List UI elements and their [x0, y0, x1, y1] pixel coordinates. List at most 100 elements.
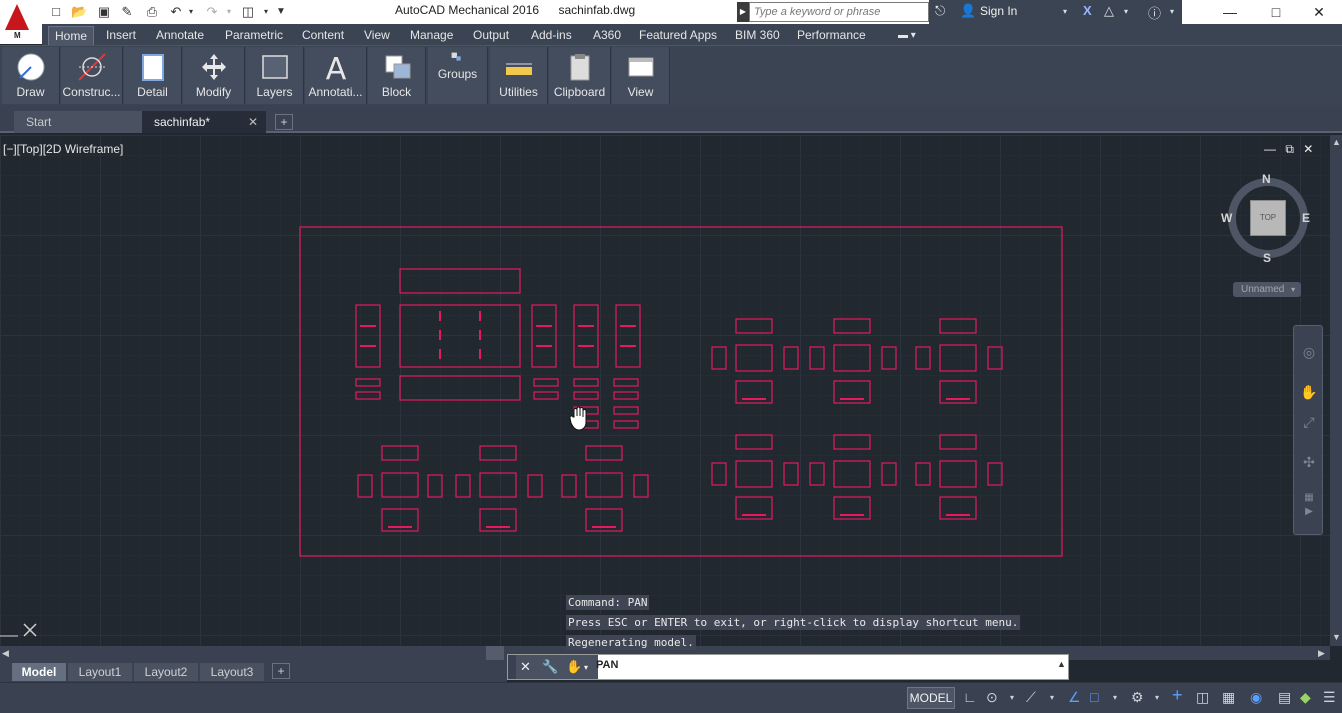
tab-layout2[interactable]: Layout2: [134, 663, 198, 681]
detail-button[interactable]: Detail: [124, 47, 182, 104]
command-line-grip[interactable]: [508, 655, 516, 679]
grid-snap-icon[interactable]: ∟: [963, 689, 977, 705]
save-icon[interactable]: ▣: [96, 4, 112, 20]
search-input[interactable]: Type a keyword or phrase: [749, 2, 929, 22]
application-menu-button[interactable]: M: [0, 0, 42, 44]
construction-button[interactable]: Construc...: [61, 47, 123, 104]
tab-content[interactable]: Content: [296, 26, 350, 45]
viewcube[interactable]: TOP N S E W: [1220, 170, 1316, 266]
tab-output[interactable]: Output: [467, 26, 515, 45]
tab-performance[interactable]: Performance: [791, 26, 872, 45]
user-icon[interactable]: 👤: [960, 3, 976, 19]
a360-dropdown-icon[interactable]: ▾: [1124, 7, 1128, 16]
tab-featured-apps[interactable]: Featured Apps: [633, 26, 723, 45]
command-history-toggle-icon[interactable]: ▲: [1057, 659, 1066, 669]
clipboard-button[interactable]: Clipboard: [549, 47, 611, 104]
view-panel-button[interactable]: View: [612, 47, 670, 104]
block-button[interactable]: Block: [368, 47, 426, 104]
tab-bim-360[interactable]: BIM 360: [729, 26, 786, 45]
close-tab-icon[interactable]: ✕: [248, 111, 258, 133]
layers-button[interactable]: Layers: [246, 47, 304, 104]
steering-wheel-icon[interactable]: ◎: [1300, 344, 1318, 362]
tab-insert[interactable]: Insert: [100, 26, 142, 45]
tab-layout3[interactable]: Layout3: [200, 663, 264, 681]
settings-gear-icon[interactable]: ⚙: [1131, 689, 1144, 706]
a360-icon[interactable]: △: [1104, 3, 1114, 19]
annotation-monitor-icon[interactable]: ▤: [1278, 689, 1291, 706]
compass-north[interactable]: N: [1262, 172, 1271, 186]
ortho-dropdown-icon[interactable]: ▾: [1010, 693, 1014, 702]
sign-in-link[interactable]: Sign In: [980, 4, 1017, 18]
help-dropdown-icon[interactable]: ▾: [1170, 7, 1174, 16]
tab-layout1[interactable]: Layout1: [68, 663, 132, 681]
tab-add-ins[interactable]: Add-ins: [525, 26, 578, 45]
command-input[interactable]: PAN: [596, 659, 618, 671]
search-expand-icon[interactable]: ▶: [737, 2, 749, 22]
compass-east[interactable]: E: [1302, 211, 1310, 225]
workspace-dropdown-icon[interactable]: ▾: [258, 4, 274, 20]
polar-tracking-icon[interactable]: ⟋: [1026, 689, 1036, 706]
customization-menu-icon[interactable]: ☰: [1323, 689, 1336, 706]
scroll-thumb[interactable]: [486, 646, 504, 660]
tab-view[interactable]: View: [358, 26, 396, 45]
close-icon[interactable]: ✕: [1296, 0, 1342, 24]
crosshair-icon[interactable]: +: [1172, 685, 1183, 706]
scroll-up-icon[interactable]: ▲: [1332, 137, 1341, 147]
compass-south[interactable]: S: [1263, 251, 1271, 265]
customize-toolbar-icon[interactable]: ▼: [273, 4, 289, 20]
ribbon-minimize-icon[interactable]: ▬ ▾: [892, 26, 922, 45]
undo-dropdown-icon[interactable]: ▾: [183, 4, 199, 20]
viewport-restore-icon[interactable]: ⧉: [1285, 142, 1294, 156]
snap-dropdown-icon[interactable]: ▾: [1113, 693, 1117, 702]
recent-commands-icon[interactable]: ▾: [584, 663, 588, 672]
redo-icon[interactable]: ↷: [204, 4, 220, 20]
draw-button[interactable]: Draw: [2, 47, 60, 104]
quick-properties-icon[interactable]: ◆: [1300, 689, 1311, 706]
file-tab-sachinfab[interactable]: sachinfab* ✕: [142, 111, 266, 133]
viewcube-top-face[interactable]: TOP: [1250, 200, 1286, 236]
utilities-button[interactable]: Utilities: [490, 47, 548, 104]
polar-dropdown-icon[interactable]: ▾: [1050, 693, 1054, 702]
save-as-icon[interactable]: ✎: [119, 4, 135, 20]
exchange-apps-icon[interactable]: X: [1083, 3, 1092, 18]
vertical-scrollbar[interactable]: ▲ ▼: [1330, 135, 1342, 646]
groups-button[interactable]: Groups: [428, 47, 488, 104]
sign-in-dropdown-icon[interactable]: ▾: [1063, 7, 1067, 16]
add-layout-icon[interactable]: +: [272, 663, 290, 679]
tab-model[interactable]: Model: [12, 663, 66, 681]
viewport-label[interactable]: [−][Top][2D Wireframe]: [3, 142, 123, 156]
model-space-button[interactable]: MODEL: [907, 687, 955, 709]
file-tab-start[interactable]: Start: [14, 111, 142, 133]
tab-a360[interactable]: A360: [587, 26, 627, 45]
maximize-icon[interactable]: □: [1253, 0, 1299, 24]
workspace-icon[interactable]: ◫: [240, 4, 256, 20]
settings-dropdown-icon[interactable]: ▾: [1155, 693, 1159, 702]
annotation-button[interactable]: A Annotati...: [305, 47, 367, 104]
viewport-minimize-icon[interactable]: —: [1264, 142, 1276, 156]
scroll-down-icon[interactable]: ▼: [1332, 632, 1341, 642]
pan-icon[interactable]: ✋: [1300, 384, 1318, 402]
orbit-icon[interactable]: ✣: [1300, 454, 1318, 472]
scroll-left-icon[interactable]: ◀: [2, 648, 9, 659]
isolate-objects-icon[interactable]: ◫: [1196, 689, 1209, 706]
redo-dropdown-icon[interactable]: ▾: [221, 4, 237, 20]
open-file-icon[interactable]: 📂: [71, 4, 87, 20]
modify-button[interactable]: Modify: [183, 47, 245, 104]
object-snap-icon[interactable]: ∠: [1068, 689, 1081, 706]
compass-west[interactable]: W: [1221, 211, 1232, 225]
viewport-close-icon[interactable]: ✕: [1303, 142, 1313, 156]
ucs-dropdown[interactable]: Unnamed ▾: [1233, 282, 1301, 297]
tab-manage[interactable]: Manage: [404, 26, 459, 45]
hardware-acceleration-icon[interactable]: ▦: [1222, 689, 1235, 706]
ortho-icon[interactable]: ⊙: [986, 689, 998, 706]
minimize-icon[interactable]: —: [1207, 0, 1253, 24]
help-icon[interactable]: ⓘ: [1148, 3, 1161, 22]
clean-screen-icon[interactable]: ◉: [1250, 689, 1262, 706]
new-tab-icon[interactable]: +: [275, 114, 293, 130]
undo-icon[interactable]: ↶: [168, 4, 184, 20]
new-file-icon[interactable]: □: [48, 4, 64, 20]
plot-icon[interactable]: ⎙: [144, 4, 160, 20]
scroll-right-icon[interactable]: ▶: [1318, 648, 1325, 659]
zoom-extents-icon[interactable]: ⤢: [1300, 414, 1318, 432]
play-icon[interactable]: ▶: [1300, 506, 1318, 524]
